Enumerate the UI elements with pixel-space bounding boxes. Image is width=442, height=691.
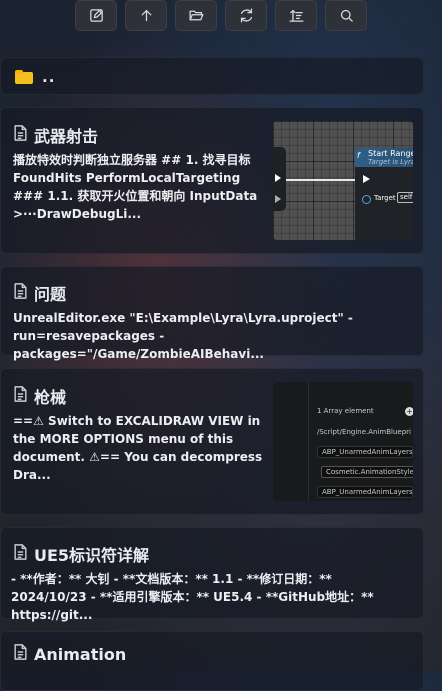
note-excerpt: - **作者：** 大钊 - **文档版本：** 1.1 - **修订日期：**… xyxy=(11,572,374,622)
document-icon xyxy=(13,644,28,664)
parent-folder-card[interactable]: .. xyxy=(0,57,424,95)
sort-icon xyxy=(288,9,304,22)
target-pin-icon xyxy=(362,195,371,204)
note-card[interactable]: Animation xyxy=(0,631,424,691)
note-thumbnail: f Start Range Target is Lyra Target self xyxy=(273,121,413,240)
go-up-button[interactable] xyxy=(125,0,167,31)
refresh-button[interactable] xyxy=(225,0,267,31)
search-button[interactable] xyxy=(325,0,367,31)
blueprint-node-subtitle: Target is Lyra xyxy=(368,158,413,166)
array-item: ABP_UnarmedAnimLayers xyxy=(317,486,413,498)
blueprint-node-title: Start Range xyxy=(368,149,413,158)
asset-path: /Script/Engine.AnimBluepri xyxy=(317,428,411,436)
folder-open-icon xyxy=(188,10,204,21)
note-title: UE5标识符详解 xyxy=(34,546,150,565)
edit-button[interactable] xyxy=(75,0,117,31)
document-icon xyxy=(13,386,28,406)
note-title-row: Animation xyxy=(13,644,126,664)
document-icon xyxy=(13,544,28,564)
function-icon: f xyxy=(357,151,360,160)
note-excerpt: ==⚠ Switch to EXCALIDRAW VIEW in the MOR… xyxy=(13,414,263,482)
toolbar xyxy=(0,0,442,36)
note-excerpt: 播放特效时判断独立服务器 ## 1. 找寻目标FoundHits Perform… xyxy=(13,153,258,221)
refresh-icon xyxy=(240,8,252,23)
folder-icon xyxy=(15,70,33,84)
document-icon xyxy=(13,283,28,303)
note-card[interactable]: 武器射击 播放特效时判断独立服务器 ## 1. 找寻目标FoundHits Pe… xyxy=(0,107,424,254)
note-title-row: 武器射击 xyxy=(13,123,98,147)
blueprint-pin-value: self xyxy=(397,192,413,203)
array-item: Cosmetic.AnimationStyle xyxy=(321,466,413,478)
blueprint-node-left xyxy=(273,147,286,211)
sort-button[interactable] xyxy=(275,0,317,31)
exec-pin-icon xyxy=(363,175,370,183)
note-title-row: UE5标识符详解 xyxy=(13,542,149,566)
note-title: 武器射击 xyxy=(34,127,99,146)
blueprint-node: f Start Range Target is Lyra Target self xyxy=(355,148,413,240)
note-title: Animation xyxy=(34,644,127,664)
blueprint-wire xyxy=(286,179,356,181)
edit-icon xyxy=(89,9,103,22)
add-element-icon: + xyxy=(405,407,413,416)
note-card[interactable]: 问题 UnrealEditor.exe "E:\Example\Lyra\Lyr… xyxy=(0,266,424,361)
note-title-row: 枪械 xyxy=(13,384,66,408)
open-folder-button[interactable] xyxy=(175,0,217,31)
note-title: 问题 xyxy=(34,285,67,304)
document-icon xyxy=(13,125,28,145)
parent-folder-label: .. xyxy=(42,68,56,86)
arrow-up-icon xyxy=(141,9,151,22)
note-title: 枪械 xyxy=(34,388,67,407)
note-thumbnail: 1 Array element + /Script/Engine.AnimBlu… xyxy=(273,382,413,501)
blueprint-pin-label: Target xyxy=(374,194,396,202)
array-element-label: 1 Array element xyxy=(317,407,374,415)
note-excerpt: UnrealEditor.exe "E:\Example\Lyra\Lyra.u… xyxy=(13,311,353,361)
array-item: ABP_UnarmedAnimLayers xyxy=(317,446,413,458)
note-title-row: 问题 xyxy=(13,281,66,305)
parent-folder-row: .. xyxy=(15,68,55,86)
search-icon xyxy=(340,9,353,22)
note-card[interactable]: 枪械 ==⚠ Switch to EXCALIDRAW VIEW in the … xyxy=(0,368,424,515)
note-card[interactable]: UE5标识符详解 - **作者：** 大钊 - **文档版本：** 1.1 - … xyxy=(0,527,424,622)
